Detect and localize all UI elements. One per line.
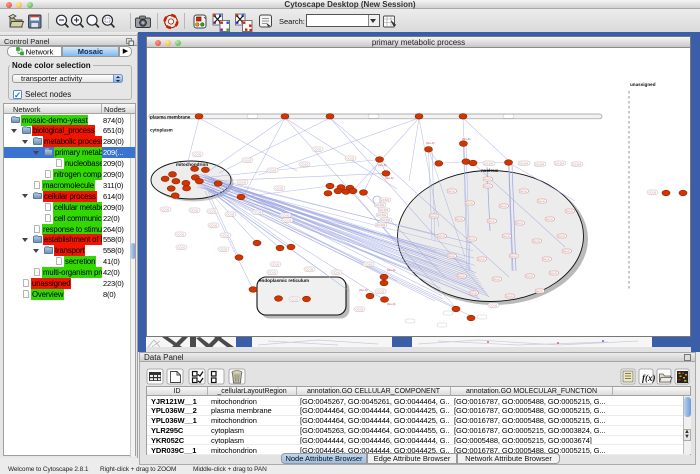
svg-text:Gxx-b: Gxx-b	[546, 217, 553, 221]
svg-text:GO:00: GO:00	[377, 289, 385, 293]
svg-text:(Gx-b): (Gx-b)	[385, 176, 394, 180]
svg-text:GO:004: GO:004	[375, 203, 385, 207]
svg-text:Gxx-b: Gxx-b	[536, 289, 543, 293]
svg-text:Gxx-b: Gxx-b	[458, 274, 465, 278]
svg-text:GO:004: GO:004	[519, 161, 529, 165]
svg-text:GO:004: GO:004	[484, 161, 494, 165]
svg-text:GO:00: GO:00	[365, 262, 373, 266]
svg-text:GO:00: GO:00	[209, 209, 217, 213]
svg-text:GO:00: GO:00	[210, 223, 218, 227]
svg-text:Gxx-b: Gxx-b	[558, 234, 565, 238]
svg-text:GO:00: GO:00	[490, 303, 498, 307]
svg-text:GO:00: GO:00	[239, 180, 247, 184]
svg-text:GO:00: GO:00	[314, 147, 322, 151]
svg-text:Gxx-b: Gxx-b	[448, 189, 455, 193]
svg-text:(Gx-b): (Gx-b)	[387, 302, 396, 306]
svg-text:Gxx-b: Gxx-b	[430, 214, 437, 218]
svg-text:GO:00: GO:00	[244, 158, 252, 162]
svg-text:Gxx-b: Gxx-b	[516, 221, 523, 225]
svg-text:GO:00: GO:00	[162, 207, 170, 211]
svg-text:unassigned: unassigned	[630, 82, 656, 87]
svg-text:nucleus: nucleus	[481, 168, 499, 173]
svg-text:Gxx-b: Gxx-b	[484, 177, 491, 181]
svg-text:Gxx-b: Gxx-b	[503, 234, 510, 238]
svg-text:GO:004: GO:004	[376, 223, 386, 227]
svg-text:GO:004: GO:004	[377, 213, 387, 217]
svg-text:Gxx-b: Gxx-b	[468, 237, 475, 241]
svg-text:Gxx-b: Gxx-b	[550, 271, 557, 275]
svg-text:endoplasmic reticulum: endoplasmic reticulum	[259, 278, 309, 283]
svg-text:GO:00: GO:00	[291, 297, 299, 301]
svg-text:Gxx-b: Gxx-b	[448, 254, 455, 258]
svg-text:Gxx-b: Gxx-b	[456, 217, 463, 221]
svg-text:GO:004: GO:004	[381, 218, 391, 222]
svg-text:Gxx-b: Gxx-b	[520, 189, 527, 193]
svg-text:Gxx-b: Gxx-b	[484, 184, 491, 188]
svg-text:GO:00: GO:00	[227, 212, 235, 216]
svg-text:(Gx-b): (Gx-b)	[387, 268, 396, 272]
svg-text:GO:00: GO:00	[191, 208, 199, 212]
svg-text:GO:00: GO:00	[177, 232, 185, 236]
svg-text:Gxx-b: Gxx-b	[563, 249, 570, 253]
svg-text:GO:00: GO:00	[282, 213, 290, 217]
svg-text:(Gx-b): (Gx-b)	[426, 141, 435, 145]
svg-text:Gxx-b: Gxx-b	[533, 239, 540, 243]
svg-text:GO:00: GO:00	[347, 156, 355, 160]
svg-text:GO:00: GO:00	[333, 270, 341, 274]
svg-text:GO:00: GO:00	[272, 262, 280, 266]
svg-text:GO:00: GO:00	[254, 210, 262, 214]
svg-text:GO:00: GO:00	[284, 218, 292, 222]
svg-text:Gxx-b: Gxx-b	[438, 234, 445, 238]
svg-text:Gxx-b: Gxx-b	[538, 199, 545, 203]
svg-text:GO:00: GO:00	[356, 307, 364, 311]
svg-text:GO:00: GO:00	[222, 233, 230, 237]
svg-text:(Gx-b): (Gx-b)	[359, 288, 368, 292]
svg-text:Gxx-b: Gxx-b	[566, 209, 573, 213]
svg-text:cytoplasm: cytoplasm	[150, 128, 173, 133]
svg-text:Gxx-b: Gxx-b	[493, 277, 500, 281]
svg-text:Gxx-b: Gxx-b	[506, 294, 513, 298]
svg-text:GO:004: GO:004	[380, 198, 390, 202]
svg-text:GO:00: GO:00	[194, 152, 202, 156]
svg-text:Gxx-b: Gxx-b	[488, 219, 495, 223]
svg-text:Gxx-b: Gxx-b	[500, 204, 507, 208]
svg-text:(Gx-b): (Gx-b)	[378, 163, 387, 167]
svg-text:GO:00: GO:00	[649, 190, 657, 194]
svg-text:Gxx-b: Gxx-b	[478, 257, 485, 261]
svg-text:GO:00: GO:00	[301, 162, 309, 166]
svg-text:(Gx-b): (Gx-b)	[462, 137, 471, 141]
svg-text:GO:00: GO:00	[306, 267, 314, 271]
svg-text:Gxx-b: Gxx-b	[510, 254, 517, 258]
svg-text:Gxx-b: Gxx-b	[470, 291, 477, 295]
svg-text:GO:004: GO:004	[555, 161, 565, 165]
svg-text:Gxx-b: Gxx-b	[526, 274, 533, 278]
svg-text:plasma membrane: plasma membrane	[150, 114, 191, 119]
svg-text:GO:00: GO:00	[178, 245, 186, 249]
svg-text:GO:00: GO:00	[269, 168, 277, 172]
svg-text:Gxx-b: Gxx-b	[466, 201, 473, 205]
svg-text:f(x): f(x)	[642, 373, 656, 383]
svg-text:GO:004: GO:004	[572, 162, 582, 166]
svg-text:GO:004: GO:004	[379, 208, 389, 212]
svg-text:Gxx-b: Gxx-b	[543, 257, 550, 261]
svg-text:GO:00: GO:00	[276, 186, 284, 190]
svg-text:GO:004: GO:004	[535, 162, 545, 166]
svg-text:GO:00: GO:00	[220, 247, 228, 251]
svg-text:GO:00: GO:00	[269, 270, 277, 274]
